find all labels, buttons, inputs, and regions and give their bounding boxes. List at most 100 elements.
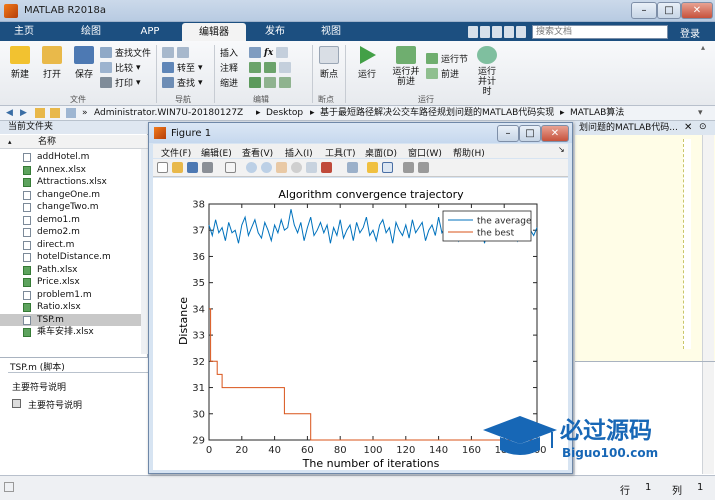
run-advance-button[interactable]: 运行并前进 bbox=[386, 46, 426, 87]
breakpoints-button[interactable]: 断点 bbox=[316, 46, 342, 80]
file-row[interactable]: TSP.m bbox=[0, 313, 148, 326]
figure-minimize-button[interactable]: – bbox=[497, 125, 519, 142]
sort-icon[interactable]: ▴ bbox=[8, 135, 12, 149]
back-arrow-icon[interactable]: ◀ bbox=[6, 106, 13, 120]
editor-scrollbar[interactable] bbox=[702, 135, 714, 361]
save-button[interactable]: 保存 bbox=[70, 46, 98, 80]
tab-view[interactable]: 视图 bbox=[306, 22, 356, 41]
file-row[interactable]: Price.xlsx bbox=[0, 276, 148, 289]
maximize-button[interactable]: □ bbox=[657, 2, 681, 19]
y-tick-label: 38 bbox=[192, 200, 205, 211]
open-button[interactable]: 打开 bbox=[38, 46, 66, 80]
file-row[interactable]: direct.m bbox=[0, 239, 148, 252]
file-row[interactable]: demo2.m bbox=[0, 226, 148, 239]
path-segment-algorithm[interactable]: MATLAB算法 bbox=[570, 106, 624, 120]
path-segment-desktop[interactable]: Desktop bbox=[266, 106, 303, 120]
tab-editor[interactable]: 编辑器 bbox=[182, 23, 246, 41]
close-button[interactable]: ✕ bbox=[681, 2, 713, 19]
tab-publish[interactable]: 发布 bbox=[250, 22, 300, 41]
pan-hand-icon[interactable] bbox=[276, 162, 287, 173]
hide-plot-tools-icon[interactable] bbox=[403, 162, 414, 173]
menu-desktop[interactable]: 桌面(D) bbox=[365, 146, 397, 159]
tab-apps[interactable]: APP bbox=[124, 22, 176, 41]
find-button[interactable]: 查找 ▾ bbox=[162, 75, 212, 90]
menu-edit[interactable]: 编辑(E) bbox=[201, 146, 232, 159]
new-button[interactable]: 新建 bbox=[6, 46, 34, 80]
rotate-3d-icon[interactable] bbox=[291, 162, 302, 173]
comment-button[interactable]: 注释 bbox=[220, 60, 310, 75]
run-section-button[interactable]: 运行节 bbox=[426, 51, 470, 66]
column-name[interactable]: 名称 bbox=[38, 135, 56, 149]
minimize-button[interactable]: – bbox=[631, 2, 657, 19]
compare-button[interactable]: 比较 ▾ bbox=[100, 60, 154, 75]
brush-icon[interactable] bbox=[321, 162, 332, 173]
file-row[interactable]: addHotel.m bbox=[0, 151, 148, 164]
pointer-icon[interactable] bbox=[225, 162, 236, 173]
fx-icon[interactable]: fx bbox=[264, 48, 273, 58]
print-figure-icon[interactable] bbox=[202, 162, 213, 173]
menu-window[interactable]: 窗口(W) bbox=[408, 146, 442, 159]
details-item[interactable]: 主要符号说明 bbox=[28, 398, 82, 411]
legend-icon[interactable] bbox=[382, 162, 393, 173]
zoom-in-icon[interactable] bbox=[246, 162, 257, 173]
run-and-time-button[interactable]: 运行并计时 bbox=[470, 46, 504, 97]
run-button[interactable]: 运行 bbox=[352, 46, 382, 80]
file-row[interactable]: demo1.m bbox=[0, 214, 148, 227]
up-folder-icon[interactable] bbox=[35, 108, 45, 118]
menu-file[interactable]: 文件(F) bbox=[161, 146, 191, 159]
browse-folder-icon[interactable] bbox=[50, 108, 60, 118]
search-documentation-input[interactable]: 搜索文档 bbox=[532, 25, 668, 39]
tab-home[interactable]: 主页 bbox=[4, 22, 44, 41]
login-link[interactable]: 登录 bbox=[680, 25, 700, 40]
menu-help[interactable]: 帮助(H) bbox=[453, 146, 485, 159]
ribbon-collapse-icon[interactable]: ▴ bbox=[701, 43, 713, 55]
path-segment-user[interactable]: Administrator.WIN7U-20180127Z bbox=[94, 106, 243, 120]
file-list-scrollbar[interactable] bbox=[141, 149, 148, 354]
close-editor-icon[interactable]: ✕ bbox=[684, 122, 692, 133]
indent-button[interactable]: 缩进 bbox=[220, 75, 310, 90]
save-figure-icon[interactable] bbox=[187, 162, 198, 173]
goto-button[interactable]: 转至 ▾ bbox=[162, 60, 212, 75]
tab-plots[interactable]: 绘图 bbox=[66, 22, 116, 41]
path-segment-project[interactable]: 基于最短路径解决公交车路径规划问题的MATLAB代码实现 bbox=[320, 106, 554, 120]
file-row[interactable]: Attractions.xlsx bbox=[0, 176, 148, 189]
find-files-button[interactable]: 查找文件 bbox=[100, 45, 154, 60]
menu-insert[interactable]: 插入(I) bbox=[285, 146, 313, 159]
file-row[interactable]: Annex.xlsx bbox=[0, 164, 148, 177]
menu-dock-icon[interactable]: ↘ bbox=[558, 145, 565, 154]
menu-tools[interactable]: 工具(T) bbox=[325, 146, 356, 159]
help-icon[interactable] bbox=[516, 26, 526, 38]
file-row[interactable]: hotelDistance.m bbox=[0, 251, 148, 264]
editor-tab-dropdown-icon[interactable]: ⊙ bbox=[699, 122, 707, 132]
path-dropdown-icon[interactable]: ▾ bbox=[698, 106, 703, 120]
print-button[interactable]: 打印 ▾ bbox=[100, 75, 154, 90]
file-row[interactable]: problem1.m bbox=[0, 289, 148, 302]
watermark: 必过源码 Biguo100.com bbox=[478, 408, 708, 466]
open-file-icon[interactable] bbox=[172, 162, 183, 173]
link-plot-icon[interactable] bbox=[347, 162, 358, 173]
figure-maximize-button[interactable]: □ bbox=[519, 125, 541, 142]
cut-icon[interactable] bbox=[480, 26, 490, 38]
colorbar-icon[interactable] bbox=[367, 162, 378, 173]
file-row[interactable]: changeTwo.m bbox=[0, 201, 148, 214]
insert-button[interactable]: 插入 fx bbox=[220, 45, 310, 60]
forward-arrow-icon[interactable]: ▶ bbox=[20, 106, 27, 120]
undo-icon[interactable] bbox=[504, 26, 514, 38]
root-folder-icon[interactable] bbox=[66, 108, 76, 118]
copy-icon[interactable] bbox=[492, 26, 502, 38]
advance-button[interactable]: 前进 bbox=[426, 66, 470, 81]
new-figure-icon[interactable] bbox=[157, 162, 168, 173]
file-row[interactable]: Ratio.xlsx bbox=[0, 301, 148, 314]
figure-close-button[interactable]: ✕ bbox=[541, 125, 569, 142]
nav-back-forward[interactable] bbox=[162, 45, 212, 60]
file-row[interactable]: 乘车安排.xlsx bbox=[0, 326, 148, 339]
editor-tab[interactable]: 划问题的MATLAB代码... bbox=[575, 121, 715, 135]
save-icon[interactable] bbox=[468, 26, 478, 38]
zoom-out-icon[interactable] bbox=[261, 162, 272, 173]
data-cursor-icon[interactable] bbox=[306, 162, 317, 173]
new-file-icon bbox=[10, 46, 30, 64]
file-row[interactable]: changeOne.m bbox=[0, 189, 148, 202]
menu-view[interactable]: 查看(V) bbox=[242, 146, 273, 159]
show-plot-tools-icon[interactable] bbox=[418, 162, 429, 173]
file-row[interactable]: Path.xlsx bbox=[0, 264, 148, 277]
